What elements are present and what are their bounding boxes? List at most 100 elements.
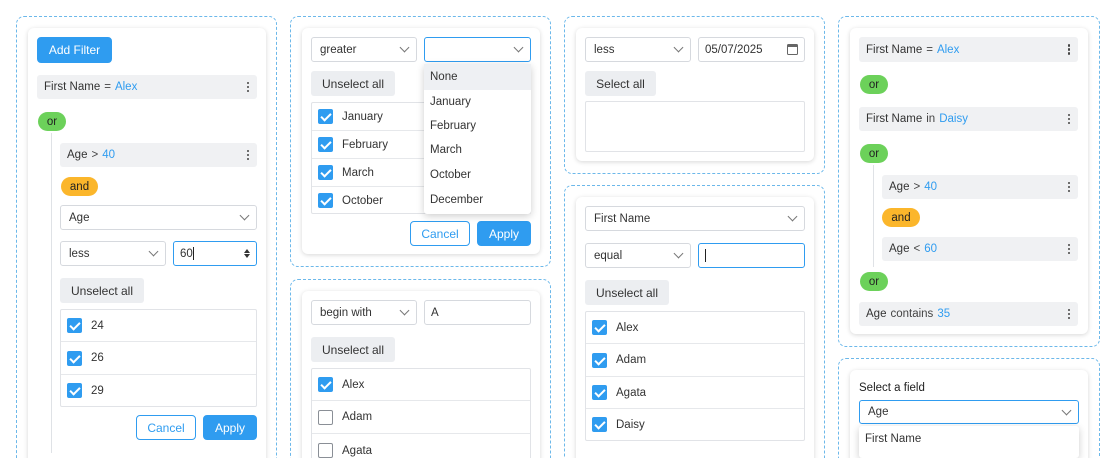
- chip-value: Alex: [114, 81, 138, 93]
- more-vertical-icon[interactable]: [1067, 113, 1070, 125]
- list-item-label: Agata: [342, 444, 373, 457]
- list-item[interactable]: 29: [61, 375, 256, 406]
- or-toggle[interactable]: or: [860, 75, 888, 94]
- list-item-label: Daisy: [616, 418, 645, 431]
- chip-operator: in: [926, 113, 936, 125]
- cancel-button[interactable]: Cancel: [410, 221, 470, 246]
- unselect-all-button[interactable]: Unselect all: [60, 278, 144, 303]
- field-dropdown-menu: First Name: [859, 426, 1079, 458]
- or-toggle[interactable]: or: [860, 272, 888, 291]
- values-list: Alex Adam Agata Daisy: [585, 311, 805, 441]
- more-vertical-icon[interactable]: [1067, 243, 1070, 255]
- list-item[interactable]: Adam: [586, 344, 804, 377]
- checkbox[interactable]: [318, 377, 333, 392]
- list-item-label: 24: [91, 319, 104, 332]
- cancel-button[interactable]: Cancel: [136, 415, 196, 440]
- unselect-all-button[interactable]: Unselect all: [311, 337, 395, 362]
- list-item[interactable]: Agata: [586, 377, 804, 409]
- list-item-label: March: [342, 166, 374, 179]
- operator-select[interactable]: equal: [585, 243, 691, 268]
- field-select[interactable]: Age: [60, 205, 257, 230]
- add-filter-button[interactable]: Add Filter: [37, 37, 112, 63]
- chevron-down-icon: [148, 246, 159, 257]
- list-item[interactable]: Adam: [312, 401, 530, 434]
- checkbox[interactable]: [67, 318, 82, 333]
- unselect-all-button[interactable]: Unselect all: [311, 71, 395, 96]
- operator-select[interactable]: less: [60, 241, 166, 266]
- select-all-button[interactable]: Select all: [585, 71, 656, 96]
- checkbox[interactable]: [318, 193, 333, 208]
- dropdown-option[interactable]: First Name: [859, 426, 1079, 452]
- filter-chip-first-name[interactable]: First Name = Alex: [37, 75, 257, 99]
- filter-chip-age-contains[interactable]: Age contains 35: [859, 302, 1078, 326]
- checkbox[interactable]: [592, 320, 607, 335]
- filter-chip-age-lt[interactable]: Age < 60: [882, 237, 1078, 261]
- checkbox[interactable]: [318, 165, 333, 180]
- dropdown-option[interactable]: January: [424, 90, 531, 114]
- checkbox[interactable]: [318, 409, 333, 425]
- checkbox[interactable]: [318, 137, 333, 152]
- operator-select-value: less: [594, 43, 615, 56]
- apply-button[interactable]: Apply: [203, 415, 257, 440]
- more-vertical-icon[interactable]: [246, 149, 249, 161]
- checkbox[interactable]: [592, 417, 607, 432]
- group-line: [51, 133, 52, 453]
- checkbox[interactable]: [592, 352, 607, 368]
- dropdown-option[interactable]: December: [424, 187, 531, 212]
- more-vertical-icon[interactable]: [246, 81, 249, 93]
- more-vertical-icon[interactable]: [1067, 308, 1070, 320]
- chip-field: Age: [866, 308, 887, 320]
- value-select[interactable]: [424, 37, 531, 62]
- list-item[interactable]: 26: [61, 342, 256, 375]
- dropdown-option[interactable]: February: [424, 114, 531, 138]
- unselect-all-button[interactable]: Unselect all: [585, 280, 669, 305]
- filter-chip-first-name[interactable]: First Name = Alex: [859, 37, 1078, 62]
- text-input[interactable]: A: [424, 300, 531, 325]
- operator-select-value: less: [69, 247, 90, 260]
- text-input-value: A: [431, 306, 439, 319]
- filter-chip-age[interactable]: Age > 40: [60, 143, 257, 167]
- filter-chip-age-gt[interactable]: Age > 40: [882, 175, 1078, 199]
- values-list: Alex Adam Agata: [311, 368, 531, 458]
- number-input[interactable]: 60: [173, 241, 257, 266]
- dropdown-option[interactable]: October: [424, 162, 531, 187]
- apply-button[interactable]: Apply: [477, 221, 531, 246]
- checkbox[interactable]: [592, 385, 607, 400]
- chevron-down-icon: [1061, 405, 1072, 415]
- stepper-icon[interactable]: [244, 249, 250, 258]
- checkbox[interactable]: [67, 383, 82, 398]
- chip-value: 40: [924, 181, 937, 193]
- chip-operator: <: [913, 243, 921, 255]
- more-vertical-icon[interactable]: [1067, 44, 1070, 55]
- field-select[interactable]: First Name: [585, 206, 805, 231]
- list-item[interactable]: Alex: [586, 312, 804, 344]
- operator-select[interactable]: greater: [311, 37, 417, 62]
- chip-operator: >: [91, 149, 99, 161]
- list-item[interactable]: Daisy: [586, 409, 804, 440]
- and-toggle[interactable]: and: [61, 177, 98, 196]
- list-item[interactable]: 24: [61, 310, 256, 342]
- checkbox[interactable]: [67, 350, 82, 366]
- chip-field: Age: [889, 181, 910, 193]
- and-toggle[interactable]: and: [882, 208, 920, 227]
- filter-chip-first-name-in[interactable]: First Name in Daisy: [859, 107, 1078, 131]
- checkbox[interactable]: [318, 109, 333, 124]
- list-item[interactable]: Agata: [312, 434, 530, 458]
- calendar-icon[interactable]: [787, 44, 798, 55]
- value-dropdown-menu: None January February March October Dece…: [424, 64, 531, 214]
- operator-select[interactable]: begin with: [311, 300, 417, 325]
- or-toggle[interactable]: or: [860, 144, 888, 163]
- more-vertical-icon[interactable]: [1067, 181, 1070, 193]
- date-input[interactable]: 05/07/2025: [698, 37, 805, 62]
- field-select-value: Age: [69, 211, 90, 224]
- list-item-label: Adam: [342, 411, 373, 423]
- dropdown-option[interactable]: None: [424, 64, 531, 90]
- text-input[interactable]: [698, 243, 805, 268]
- list-item-label: October: [342, 194, 383, 207]
- list-item[interactable]: Alex: [312, 369, 530, 401]
- dropdown-option[interactable]: March: [424, 138, 531, 162]
- operator-select[interactable]: less: [585, 37, 691, 62]
- checkbox[interactable]: [318, 443, 333, 458]
- field-select[interactable]: Age: [859, 400, 1079, 424]
- or-toggle[interactable]: or: [38, 112, 66, 131]
